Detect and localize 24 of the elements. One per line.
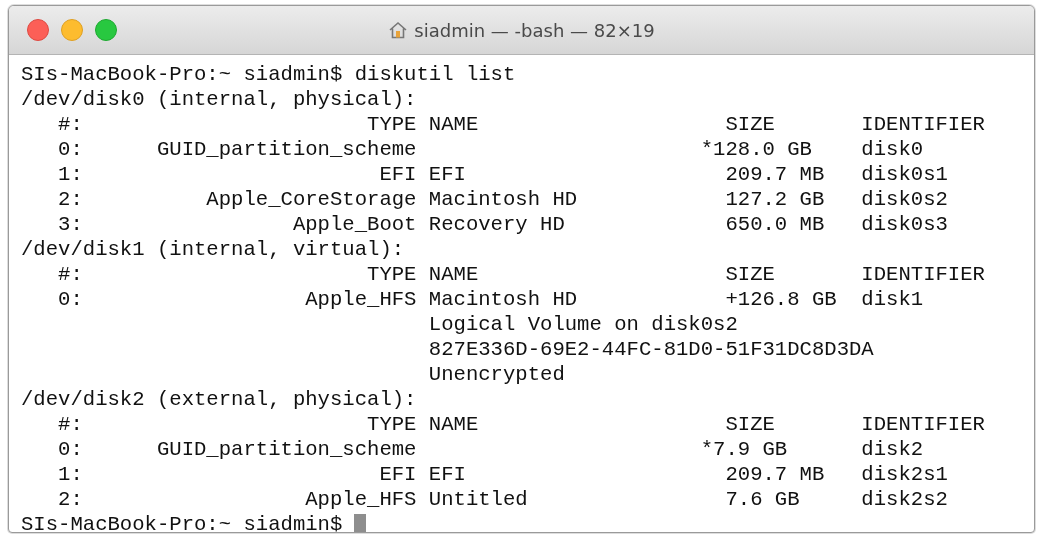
output-line: /dev/disk1 (internal, virtual): bbox=[21, 237, 406, 262]
zoom-button[interactable] bbox=[95, 19, 117, 41]
minimize-button[interactable] bbox=[61, 19, 83, 41]
output-line: 0: GUID_partition_scheme *128.0 GB disk0 bbox=[57, 137, 925, 162]
output-line: 0: Apple_HFS Macintosh HD +126.8 GB disk1 bbox=[57, 287, 925, 312]
output-line: 3: Apple_Boot Recovery HD 650.0 MB disk0s3 bbox=[57, 212, 949, 237]
output-line: /dev/disk0 (internal, physical): bbox=[21, 87, 418, 112]
output-line: #: TYPE NAME SIZE IDENTIFIER bbox=[57, 262, 986, 287]
output-line: 1: EFI EFI 209.7 MB disk0s1 bbox=[57, 162, 949, 187]
shell-prompt: SIs-MacBook-Pro:~ siadmin$ bbox=[21, 512, 343, 532]
close-button[interactable] bbox=[27, 19, 49, 41]
home-icon bbox=[388, 21, 409, 39]
output-line: #: TYPE NAME SIZE IDENTIFIER bbox=[57, 112, 986, 137]
output-line: #: TYPE NAME SIZE IDENTIFIER bbox=[57, 412, 986, 437]
output-line: /dev/disk2 (external, physical): bbox=[21, 387, 418, 412]
output-line: SIs-MacBook-Pro:~ siadmin$ diskutil list bbox=[21, 62, 517, 87]
output-line: Logical Volume on disk0s2 bbox=[427, 312, 739, 337]
output-line: 1: EFI EFI 209.7 MB disk2s1 bbox=[57, 462, 949, 487]
output-line: 2: Apple_CoreStorage Macintosh HD 127.2 GB disk0s2 bbox=[57, 187, 949, 212]
output-line: Unencrypted bbox=[427, 362, 566, 387]
output-line: 0: GUID_partition_scheme *7.9 GB disk2 bbox=[57, 437, 925, 462]
output-line: 827E336D-69E2-44FC-81D0-51F31DC8D3DA bbox=[427, 337, 875, 362]
window-title: siadmin — -bash — 82×19 bbox=[414, 19, 655, 41]
output-line: 2: Apple_HFS Untitled 7.6 GB disk2s2 bbox=[57, 487, 949, 512]
